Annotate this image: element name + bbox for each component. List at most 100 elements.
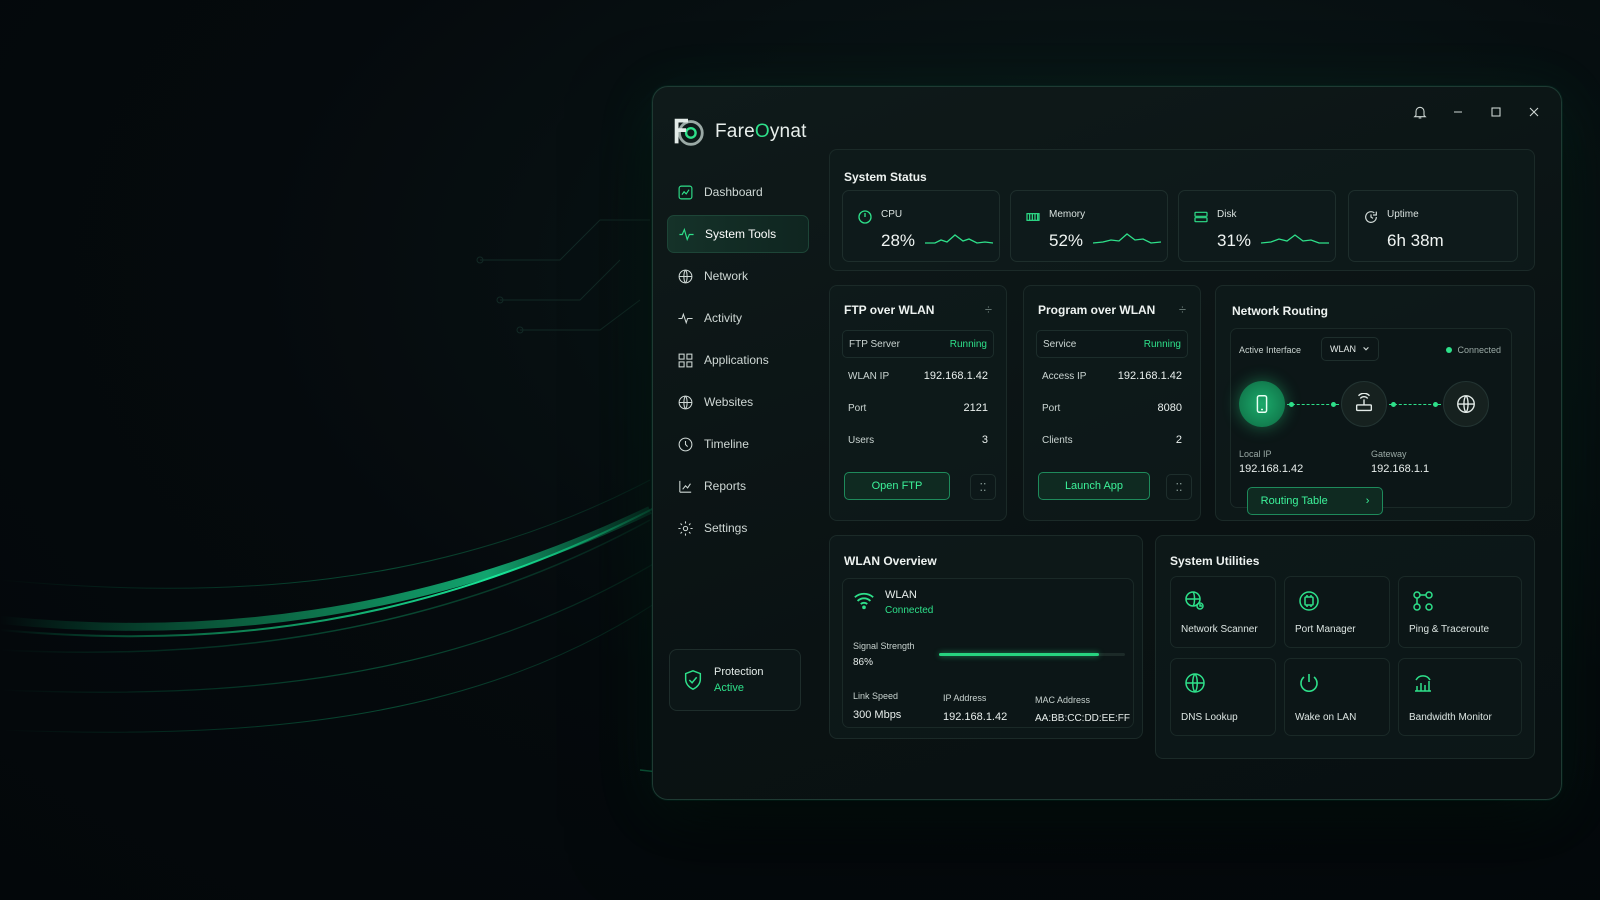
app-window: FareOynat Dashboard System Tools Network… <box>652 86 1562 800</box>
connection-status-label: Connected <box>1457 345 1501 355</box>
link-dot <box>1391 402 1396 407</box>
wlan-name: WLAN <box>885 589 917 601</box>
maximize-icon[interactable] <box>1487 103 1505 121</box>
pulse-icon <box>679 227 694 241</box>
connection-status: Connected <box>1446 345 1501 355</box>
more-options-icon[interactable]: ⁚⁚ <box>1166 474 1192 500</box>
app-logo-icon <box>674 118 704 146</box>
globe-icon <box>1457 395 1475 413</box>
sidebar-item-label: Activity <box>704 311 743 325</box>
stat-label: Memory <box>1049 209 1086 220</box>
wlan-status: Connected <box>885 605 934 616</box>
interface-select[interactable]: WLAN <box>1321 337 1379 361</box>
minimize-icon[interactable] <box>1449 103 1467 121</box>
users-row: Users 3 <box>842 426 994 454</box>
memory-sparkline <box>1093 233 1161 244</box>
row-key: Access IP <box>1042 370 1087 382</box>
sidebar-item-applications[interactable]: Applications <box>667 341 809 379</box>
sidebar-item-label: Network <box>704 269 749 283</box>
system-utilities-panel: System Utilities Network Scanner Port Ma… <box>1155 535 1535 759</box>
sidebar-item-timeline[interactable]: Timeline <box>667 425 809 463</box>
internet-node <box>1443 381 1489 427</box>
port-manager-tile[interactable]: Port Manager <box>1284 576 1390 648</box>
row-value: 8080 <box>1157 402 1182 414</box>
utility-label: Wake on LAN <box>1295 712 1357 723</box>
button-label: Routing Table <box>1260 495 1328 507</box>
ip-address-label: IP Address <box>943 693 987 703</box>
sidebar-item-reports[interactable]: Reports <box>667 467 809 505</box>
stat-label: Disk <box>1217 209 1237 220</box>
row-value: 2 <box>1175 434 1182 446</box>
gateway-label: Gateway <box>1371 449 1407 459</box>
row-value: 3 <box>981 434 988 446</box>
link-dot <box>1331 402 1336 407</box>
stat-value: 28% <box>881 231 916 250</box>
clock-icon <box>678 437 693 451</box>
sidebar-item-settings[interactable]: Settings <box>667 509 809 547</box>
router-icon <box>1355 393 1373 412</box>
panel-title: WLAN Overview <box>844 554 937 568</box>
network-scanner-tile[interactable]: Network Scanner <box>1170 576 1276 648</box>
stat-value: 52% <box>1049 231 1084 250</box>
launch-app-button[interactable]: Launch App <box>1038 472 1150 500</box>
access-ip-row: Access IP 192.168.1.42 <box>1036 362 1188 390</box>
globe-icon <box>678 269 693 283</box>
dns-icon <box>1185 673 1205 693</box>
routing-table-button[interactable]: Routing Table › <box>1247 487 1383 515</box>
sidebar-item-label: System Tools <box>705 227 777 241</box>
row-key: Port <box>1042 402 1061 414</box>
sidebar-item-label: Timeline <box>704 437 749 451</box>
link-dot <box>1433 402 1438 407</box>
memory-icon <box>1026 213 1040 221</box>
stat-label: CPU <box>881 209 903 220</box>
signal-strength-value: 86% <box>853 657 874 668</box>
row-key: Service <box>1043 338 1077 350</box>
close-icon[interactable] <box>1525 103 1543 121</box>
clients-row: Clients 2 <box>1036 426 1188 454</box>
link-speed-label: Link Speed <box>853 691 899 701</box>
ftp-over-wlan-panel: FTP over WLAN ÷ FTP Server Running WLAN I… <box>829 285 1007 521</box>
ip-address-value: 192.168.1.42 <box>943 711 1008 723</box>
sidebar-item-activity[interactable]: Activity <box>667 299 809 337</box>
expand-icon[interactable]: ÷ <box>1179 302 1186 317</box>
open-ftp-button[interactable]: Open FTP <box>844 472 950 500</box>
dns-lookup-tile[interactable]: DNS Lookup <box>1170 658 1276 736</box>
active-interface-label: Active Interface <box>1239 345 1302 355</box>
device-node <box>1239 381 1285 427</box>
wake-on-lan-tile[interactable]: Wake on LAN <box>1284 658 1390 736</box>
phone-icon <box>1256 395 1268 413</box>
ping-traceroute-tile[interactable]: Ping & Traceroute <box>1398 576 1522 648</box>
grid-icon <box>678 353 693 367</box>
sidebar-item-dashboard[interactable]: Dashboard <box>667 173 809 211</box>
more-options-icon[interactable]: ⁚⁚ <box>970 474 996 500</box>
system-status-panel: System Status CPU 28% Memory 52% Disk 31… <box>829 149 1535 271</box>
panel-title: FTP over WLAN <box>844 302 935 317</box>
wlan-ip-row: WLAN IP 192.168.1.42 <box>842 362 994 390</box>
dashboard-icon <box>678 185 693 199</box>
stat-value: 31% <box>1217 231 1252 250</box>
window-controls <box>1411 103 1543 121</box>
expand-icon[interactable]: ÷ <box>985 302 992 317</box>
interface-value: WLAN <box>1329 344 1356 354</box>
row-key: FTP Server <box>849 338 900 350</box>
bandwidth-icon <box>1415 675 1431 692</box>
report-icon <box>679 480 692 493</box>
sidebar: Dashboard System Tools Network Activity … <box>667 173 809 551</box>
bell-icon[interactable] <box>1411 103 1429 121</box>
sidebar-item-system-tools[interactable]: System Tools <box>667 215 809 253</box>
port-manager-icon <box>1299 591 1319 611</box>
cpu-gauge-icon <box>858 210 872 224</box>
memory-card: Memory 52% <box>1010 190 1168 262</box>
sidebar-item-websites[interactable]: Websites <box>667 383 809 421</box>
port-row: Port 8080 <box>1036 394 1188 422</box>
utility-label: Network Scanner <box>1181 624 1258 635</box>
utility-label: Port Manager <box>1295 624 1356 635</box>
sidebar-item-network[interactable]: Network <box>667 257 809 295</box>
row-key: WLAN IP <box>848 370 890 382</box>
link-dot <box>1289 402 1294 407</box>
local-ip-label: Local IP <box>1239 449 1272 459</box>
sidebar-item-label: Dashboard <box>704 185 763 199</box>
wifi-icon <box>854 592 874 610</box>
utility-label: DNS Lookup <box>1181 712 1238 723</box>
bandwidth-monitor-tile[interactable]: Bandwidth Monitor <box>1398 658 1522 736</box>
